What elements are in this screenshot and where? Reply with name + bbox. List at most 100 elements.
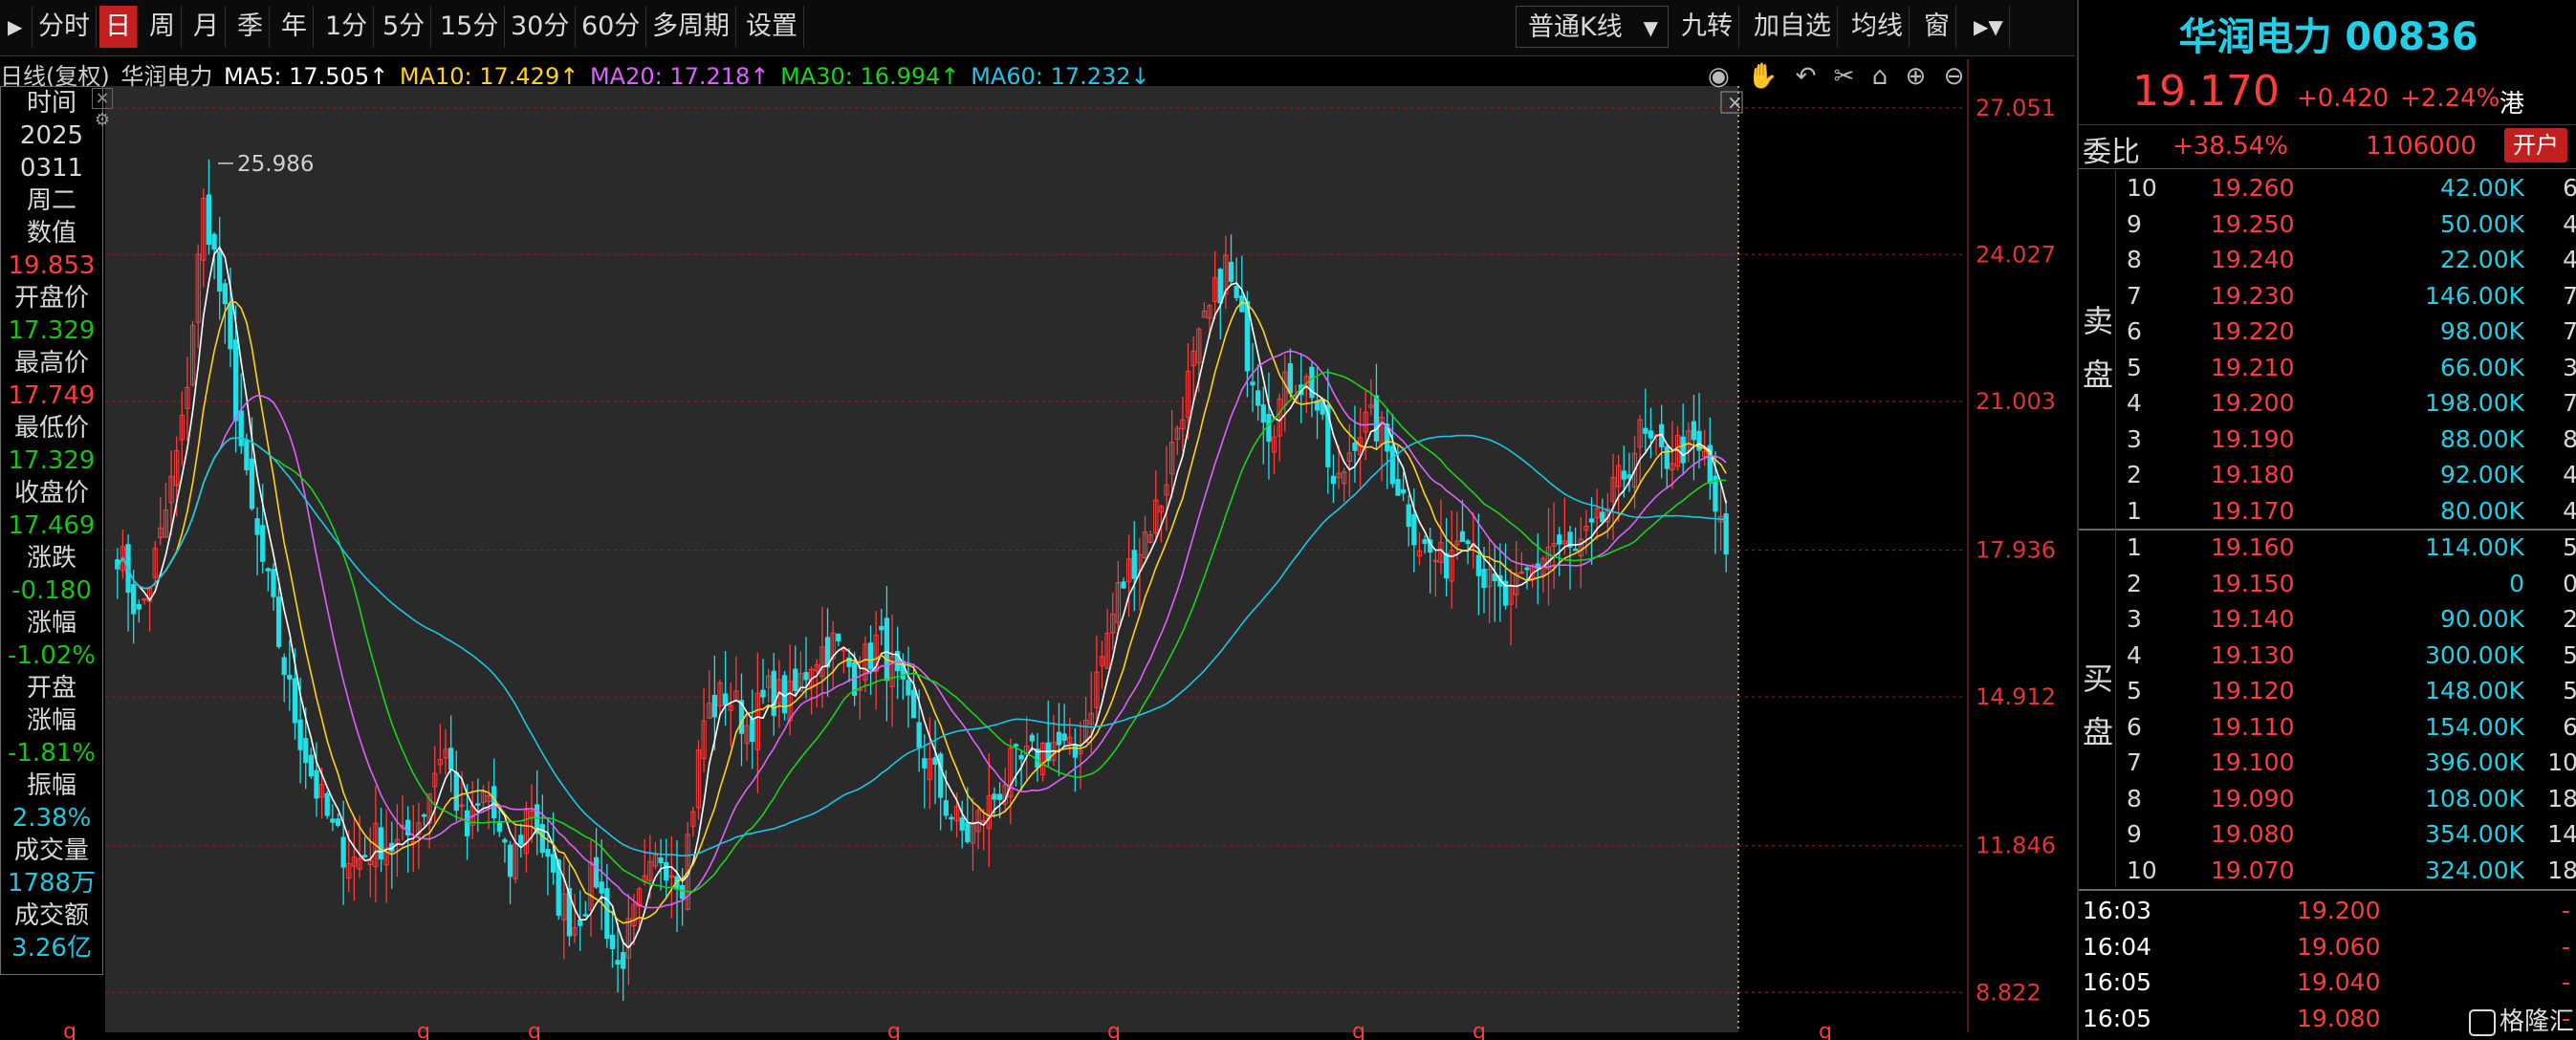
more-menu-icon[interactable]: ▶▼ (1968, 6, 2010, 48)
bid-price: 19.150 (2211, 569, 2295, 597)
period-tab-5[interactable]: 年 (275, 6, 314, 48)
period-tab-1[interactable]: 日 (99, 6, 138, 48)
eye-icon[interactable]: ◉ (1708, 62, 1730, 91)
candle-body (228, 303, 233, 350)
candle-body (1013, 744, 1019, 747)
ask-vol: 88.00K (2440, 424, 2524, 453)
tick-time: 16:03 (2083, 897, 2152, 924)
period-tab-12[interactable]: 设置 (740, 6, 804, 48)
bid-row: 10 19.070 324.00K 18 (2117, 853, 2576, 888)
bid-cnt: 2 (2563, 605, 2576, 633)
bid-vol: 108.00K (2425, 784, 2524, 812)
candle-body (539, 824, 545, 854)
panel-close-icon[interactable]: × (92, 88, 113, 109)
bid-price: 19.080 (2211, 820, 2295, 848)
candle-body (1029, 734, 1035, 742)
period-tab-11[interactable]: 多周期 (646, 6, 736, 48)
panel-gear-icon[interactable]: ⚙ (93, 111, 112, 130)
data-panel-row: 最高价 (13, 349, 89, 378)
data-panel-row: 17.329 (8, 446, 96, 475)
vertical-divider (2115, 170, 2116, 887)
candle-body (793, 668, 798, 691)
ask-cnt: 4 (2563, 246, 2576, 273)
data-panel-row: 收盘价 (13, 479, 89, 508)
period-tab-4[interactable]: 季 (231, 6, 270, 48)
ask-vol: 92.00K (2440, 461, 2524, 488)
kline-type-select[interactable]: 普通K线 ▼ (1516, 6, 1669, 48)
candle-body (1465, 540, 1471, 545)
ask-row: 9 19.250 50.00K 4 (2117, 206, 2576, 242)
undo-icon[interactable]: ↶ (1796, 62, 1817, 91)
candle-body (836, 633, 841, 641)
candle-body (599, 881, 604, 894)
candle-body (265, 568, 271, 572)
ask-row: 3 19.190 88.00K 8 (2117, 422, 2576, 457)
candle-body (507, 844, 513, 878)
candle-body (884, 618, 890, 682)
candle-body (959, 817, 965, 831)
ratio-value: +38.54% (2172, 132, 2288, 161)
candle-body (760, 689, 766, 698)
bid-cnt: 5 (2563, 677, 2576, 704)
candle-body (1475, 554, 1481, 576)
period-tab-8[interactable]: 15分 (434, 6, 506, 48)
ask-price: 19.230 (2211, 281, 2295, 310)
toolbar-button-3[interactable]: 窗 (1918, 6, 1956, 48)
tick-price: 19.040 (2297, 968, 2381, 996)
candle-body (604, 888, 610, 940)
period-tab-6[interactable]: 1分 (319, 6, 375, 48)
lock-icon[interactable]: ⌂ (1872, 62, 1888, 91)
candle-body (271, 569, 276, 597)
scissors-icon[interactable]: ✂ (1834, 62, 1855, 91)
ask-price: 19.170 (2211, 496, 2295, 525)
candle-body (502, 839, 508, 843)
collapse-arrow-icon[interactable]: ▶ (2, 6, 33, 48)
candle-body (518, 834, 524, 845)
period-tab-7[interactable]: 5分 (377, 6, 432, 48)
ask-vol: 22.00K (2440, 246, 2524, 273)
candle-body (260, 525, 266, 562)
candle-body (582, 914, 588, 917)
ask-lvl: 7 (2127, 281, 2142, 310)
toolbar-button-0[interactable]: 九转 (1675, 6, 1739, 48)
open-account-button[interactable]: 开户 (2504, 128, 2567, 162)
bid-vol: 324.00K (2425, 856, 2524, 884)
candle-body (910, 689, 917, 719)
candle-body (238, 410, 244, 446)
candle-body (1406, 504, 1411, 528)
period-tab-0[interactable]: 分时 (33, 6, 97, 48)
zoom-in-icon[interactable]: ⊕ (1906, 62, 1927, 91)
data-panel-row: 涨幅 (26, 706, 76, 735)
candle-body (378, 827, 384, 860)
period-tab-9[interactable]: 30分 (505, 6, 577, 48)
bid-lvl: 6 (2127, 712, 2142, 741)
tick-time: 16:04 (2083, 932, 2152, 961)
ask-vol: 198.00K (2425, 389, 2524, 417)
candle-body (593, 856, 600, 888)
period-tab-2[interactable]: 周 (143, 6, 182, 48)
period-tab-10[interactable]: 60分 (576, 6, 647, 48)
toolbar-button-2[interactable]: 均线 (1845, 6, 1910, 48)
ask-vol: 50.00K (2440, 209, 2524, 238)
candle-body (136, 603, 142, 610)
ask-row: 5 19.210 66.00K 3 (2117, 350, 2576, 385)
candle-body (1557, 534, 1562, 545)
candle-body (1233, 286, 1239, 298)
candle-body (658, 857, 664, 864)
bid-row: 8 19.090 108.00K 18 (2117, 781, 2576, 816)
hand-icon[interactable]: ✋ (1747, 62, 1778, 91)
tick-mark: - (2561, 897, 2570, 924)
candle-body (330, 818, 336, 823)
candle-body (664, 861, 669, 881)
data-panel-row: 时间 (26, 89, 76, 118)
ask-cnt: 6 (2563, 174, 2576, 202)
ask-vol: 42.00K (2440, 174, 2524, 202)
zoom-out-icon[interactable]: ⊖ (1944, 62, 1965, 91)
toolbar-button-1[interactable]: 加自选 (1748, 6, 1838, 48)
stock-title: 华润电力 00836 (2178, 15, 2478, 59)
ask-cnt: 7 (2563, 317, 2576, 345)
kline-chart[interactable]: 27.051 24.027 21.003 17.936 14.912 11.846 8.82… (0, 0, 2077, 1040)
candle-body (292, 678, 298, 724)
period-tab-3[interactable]: 月 (187, 6, 226, 48)
data-panel-row: 17.469 (8, 511, 96, 540)
